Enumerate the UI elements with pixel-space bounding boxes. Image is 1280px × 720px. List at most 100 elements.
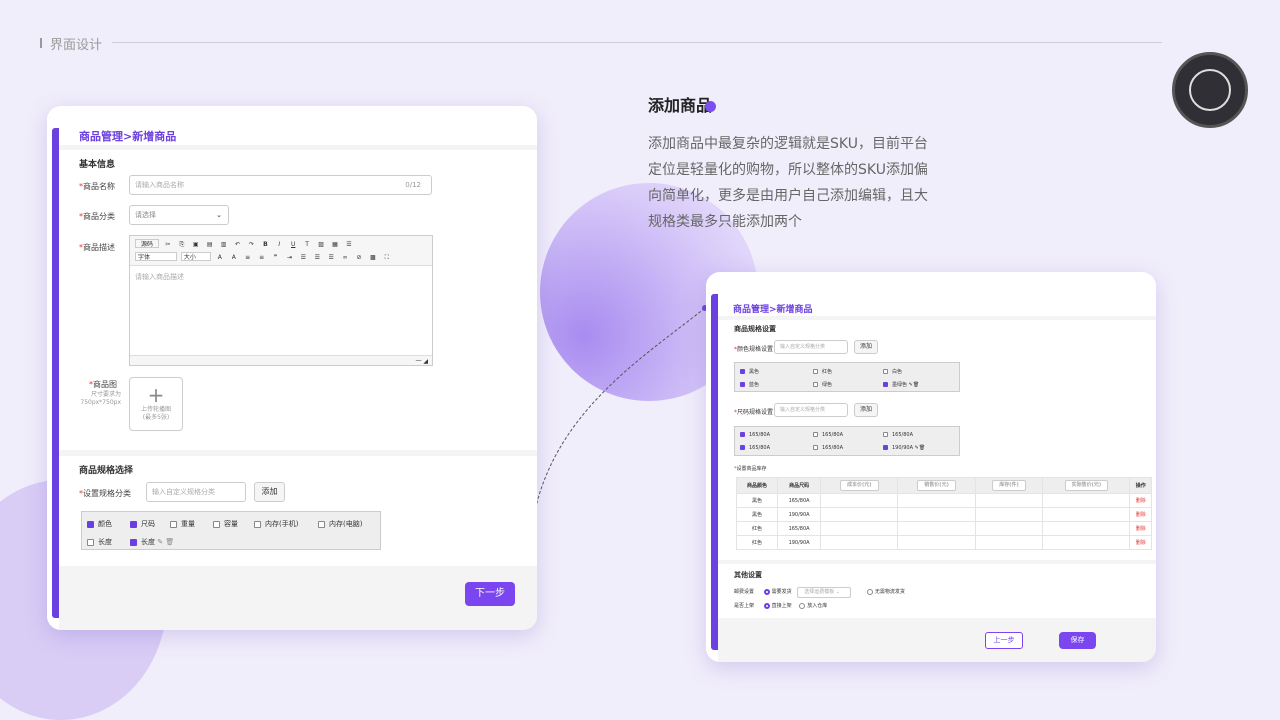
- quote-icon[interactable]: ❞: [271, 253, 281, 262]
- size-option[interactable]: 165/80A: [813, 432, 843, 438]
- cut-icon[interactable]: ✂: [163, 240, 173, 249]
- underline-icon[interactable]: U: [288, 240, 298, 249]
- clear-format-icon[interactable]: T: [302, 240, 312, 249]
- delete-link[interactable]: 删除: [1129, 493, 1152, 508]
- color-option[interactable]: 蓝色: [740, 381, 759, 388]
- col-header-input[interactable]: 实际售价(元): [1042, 477, 1131, 494]
- delete-link[interactable]: 删除: [1129, 521, 1152, 536]
- unlink-icon[interactable]: ⊘: [354, 253, 364, 262]
- add-color-button[interactable]: 添加: [854, 340, 878, 354]
- option-capacity[interactable]: 容量: [213, 519, 238, 529]
- col-header-input[interactable]: 销售价(元): [897, 477, 976, 494]
- resize-icon[interactable]: ◢: [423, 358, 428, 365]
- logo-badge-ring: [1189, 69, 1231, 111]
- edit-icon[interactable]: ✎: [157, 538, 163, 546]
- color-option[interactable]: 墨绿色 ✎🗑: [883, 381, 919, 388]
- align-center-icon[interactable]: ☰: [312, 253, 322, 262]
- paste-icon[interactable]: ▣: [191, 240, 201, 249]
- size-option[interactable]: 165/80A: [883, 432, 913, 438]
- font-color-icon[interactable]: A: [215, 253, 225, 262]
- table-header-row: 商品颜色 商品尺码 成本价(元) 销售价(元) 库存(件) 实际售价(元) 操作: [735, 477, 1152, 494]
- option-size[interactable]: 尺码: [130, 519, 155, 529]
- shipping-option-need[interactable]: 需要发货: [763, 588, 792, 595]
- divider-band: [718, 316, 1156, 320]
- copy-icon[interactable]: ⎘: [177, 240, 187, 249]
- source-button[interactable]: 源码: [135, 239, 159, 248]
- image-icon[interactable]: ▨: [316, 240, 326, 249]
- checkbox-icon: [813, 432, 818, 437]
- preview-icon[interactable]: ▩: [368, 253, 378, 262]
- name-label: *商品名称: [79, 182, 115, 191]
- size-option[interactable]: 190/90A ✎🗑: [883, 445, 925, 451]
- color-option[interactable]: 红色: [813, 368, 832, 375]
- size-option[interactable]: 165/80A: [813, 445, 843, 451]
- divider-band: [59, 145, 537, 150]
- align-right-icon[interactable]: ☰: [326, 253, 336, 262]
- option-length[interactable]: 长度: [87, 537, 112, 547]
- color-spec-input[interactable]: 输入自定义规格分类: [774, 340, 848, 354]
- breadcrumb[interactable]: 商品管理>新增商品: [79, 128, 176, 144]
- category-select[interactable]: 请选择 ⌄: [129, 205, 229, 225]
- unordered-list-icon[interactable]: ≡: [257, 253, 267, 262]
- header-accent-bar: [40, 38, 42, 48]
- option-length-custom[interactable]: 长度 ✎ 🗑: [130, 537, 174, 547]
- table-row: 红色 190/90A 删除: [735, 535, 1152, 550]
- color-option[interactable]: 白色: [883, 368, 902, 375]
- fullscreen-icon[interactable]: ⛶: [382, 253, 392, 262]
- shipping-row: 邮费设置 需要发货 选择运费模板 ⌄ 无需物流发货: [734, 587, 905, 598]
- shelf-option-warehouse[interactable]: 放入仓库: [799, 602, 827, 609]
- radio-icon: [799, 602, 806, 609]
- stock-table: 商品颜色 商品尺码 成本价(元) 销售价(元) 库存(件) 实际售价(元) 操作…: [735, 477, 1152, 550]
- hr-icon[interactable]: ☰: [344, 240, 354, 249]
- size-select[interactable]: 大小: [180, 252, 211, 261]
- italic-icon[interactable]: I: [274, 240, 284, 249]
- shipping-option-none[interactable]: 无需物流发货: [866, 588, 905, 595]
- delete-icon[interactable]: 🗑: [919, 445, 925, 451]
- link-icon[interactable]: ∞: [340, 253, 350, 262]
- upload-image-button[interactable]: + 上传轮播图 (最多5张): [129, 377, 183, 431]
- indent-icon[interactable]: ⇥: [284, 253, 294, 262]
- radio-icon: [763, 602, 770, 609]
- color-option[interactable]: 绿色: [813, 381, 832, 388]
- font-select[interactable]: 字体: [135, 252, 177, 261]
- shelf-option-direct[interactable]: 直接上架: [763, 602, 792, 609]
- bg-color-icon[interactable]: A: [229, 253, 239, 262]
- redo-icon[interactable]: ↷: [246, 240, 256, 249]
- shipping-template-select[interactable]: 选择运费模板 ⌄: [797, 587, 852, 598]
- option-phone-memory[interactable]: 内存(手机): [254, 519, 298, 529]
- save-button[interactable]: 保存: [1059, 632, 1096, 649]
- size-option[interactable]: 165/80A: [740, 445, 770, 451]
- add-product-card-step2: 商品管理>新增商品 商品规格设置 *颜色规格设置 输入自定义规格分类 添加 黑色…: [706, 272, 1156, 662]
- size-option[interactable]: 165/80A: [740, 432, 770, 438]
- bold-icon[interactable]: B: [260, 240, 270, 249]
- option-color[interactable]: 颜色: [87, 519, 112, 529]
- name-input[interactable]: 请输入商品名称 0/12: [129, 175, 432, 195]
- delete-icon[interactable]: 🗑: [913, 382, 919, 388]
- rich-text-editor[interactable]: 源码 ✂ ⎘ ▣ ▤ ▥ ↶ ↷ B I U T ▨ ▦ ☰ 字体 大小 A A: [129, 235, 433, 366]
- checkbox-icon: [87, 538, 94, 546]
- spec-input[interactable]: 输入自定义规格分类: [146, 482, 246, 502]
- divider-band: [718, 560, 1156, 564]
- size-spec-input[interactable]: 输入自定义规格分类: [774, 403, 848, 417]
- next-button[interactable]: 下一步: [465, 582, 515, 606]
- section-spec-settings: 商品规格设置: [734, 325, 776, 333]
- delete-link[interactable]: 删除: [1129, 535, 1152, 550]
- paste-text-icon[interactable]: ▤: [205, 240, 215, 249]
- option-pc-memory[interactable]: 内存(电脑): [318, 519, 362, 529]
- ordered-list-icon[interactable]: ≡: [243, 253, 253, 262]
- table-row: 黑色 165/80A 删除: [735, 493, 1152, 508]
- paste-word-icon[interactable]: ▥: [219, 240, 229, 249]
- delete-link[interactable]: 删除: [1129, 507, 1152, 522]
- align-left-icon[interactable]: ☰: [298, 253, 308, 262]
- option-weight[interactable]: 重量: [170, 519, 195, 529]
- undo-icon[interactable]: ↶: [233, 240, 243, 249]
- color-option[interactable]: 黑色: [740, 368, 759, 375]
- breadcrumb[interactable]: 商品管理>新增商品: [733, 302, 813, 315]
- add-size-button[interactable]: 添加: [854, 403, 878, 417]
- col-header-input[interactable]: 成本价(元): [820, 477, 899, 494]
- table-icon[interactable]: ▦: [330, 240, 340, 249]
- add-spec-button[interactable]: 添加: [254, 482, 285, 502]
- prev-button[interactable]: 上一步: [985, 632, 1023, 649]
- delete-icon[interactable]: 🗑: [165, 538, 174, 546]
- col-header-input[interactable]: 库存(件): [974, 477, 1044, 494]
